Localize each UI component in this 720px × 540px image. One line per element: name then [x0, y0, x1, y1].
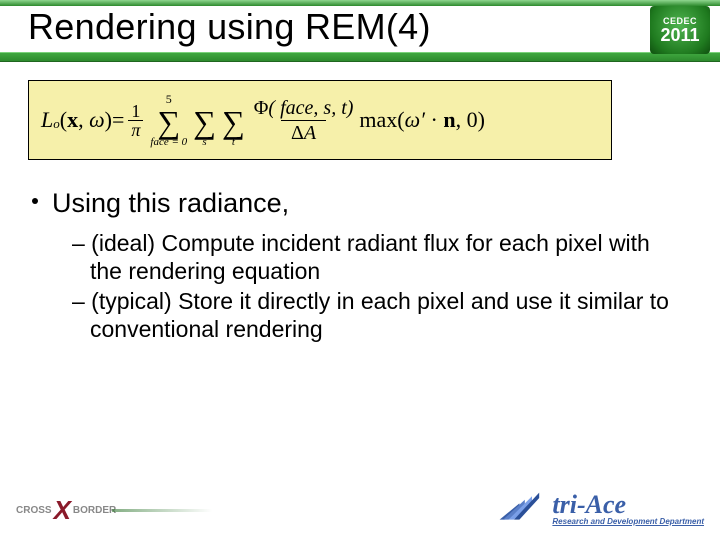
- bullet-lvl1-text: Using this radiance,: [52, 188, 289, 218]
- tri-ace-sublabel: Research and Development Department: [552, 517, 704, 526]
- slide-body: Using this radiance, – (ideal) Compute i…: [32, 188, 688, 345]
- sum-face: 5 ∑ face = 0: [150, 93, 187, 148]
- slide: Rendering using REM(4) CEDEC 2011 Lo (x,…: [0, 0, 720, 540]
- footer-bar-icon: [112, 509, 212, 512]
- formula-L: L: [41, 107, 53, 133]
- formula-lhs-args: (x, ω): [60, 107, 112, 133]
- sum-face-bottom: face = 0: [150, 137, 187, 148]
- cedec-year-label: 2011: [660, 26, 699, 44]
- sum-t-bottom: t: [232, 137, 235, 148]
- frac-num: 1: [128, 102, 143, 120]
- formula-box: Lo (x, ω) = 1 π 5 ∑ face = 0 ∑ s ∑ t: [28, 80, 612, 160]
- header-bar: [0, 52, 720, 62]
- bullet-lvl2-1: – (ideal) Compute incident radiant flux …: [50, 229, 688, 285]
- frac-den: π: [128, 120, 143, 139]
- deltaA: ΔA: [281, 120, 326, 143]
- formula-L-sub: o: [53, 116, 60, 132]
- footer-right-logo: tri-Ace Research and Development Departm…: [496, 489, 704, 530]
- border-label: BORDER: [73, 505, 116, 516]
- frac-one-over-pi: 1 π: [128, 102, 143, 139]
- frac-phi-over-dA: Φ( face, s, t) ΔA: [252, 98, 356, 143]
- tri-arrows-icon: [496, 489, 550, 530]
- bullet-lvl2-2: – (typical) Store it directly in each pi…: [50, 287, 688, 343]
- tri-ace-label: tri-Ace: [552, 493, 704, 516]
- formula-eq: =: [112, 107, 124, 133]
- phi-expr: Φ( face, s, t): [252, 98, 356, 120]
- max-expr: max(ω′ · n, 0): [359, 107, 484, 133]
- cedec-badge: CEDEC 2011: [650, 6, 710, 54]
- slide-header: Rendering using REM(4) CEDEC 2011: [0, 0, 720, 70]
- sum-t: ∑ t: [222, 93, 245, 148]
- slide-title: Rendering using REM(4): [28, 6, 431, 48]
- sum-face-top: 5: [166, 93, 172, 105]
- bullet-dot-icon: [32, 198, 38, 204]
- footer-left-logo: CROSS X BORDER: [16, 495, 212, 526]
- sum-s: ∑ s: [193, 93, 216, 148]
- bullet-lvl1: Using this radiance,: [32, 188, 688, 219]
- x-icon: X: [54, 495, 71, 526]
- tri-logo-text: tri-Ace Research and Development Departm…: [552, 493, 704, 525]
- sum-s-bottom: s: [202, 137, 206, 148]
- cross-label: CROSS: [16, 505, 52, 516]
- formula: Lo (x, ω) = 1 π 5 ∑ face = 0 ∑ s ∑ t: [41, 93, 485, 148]
